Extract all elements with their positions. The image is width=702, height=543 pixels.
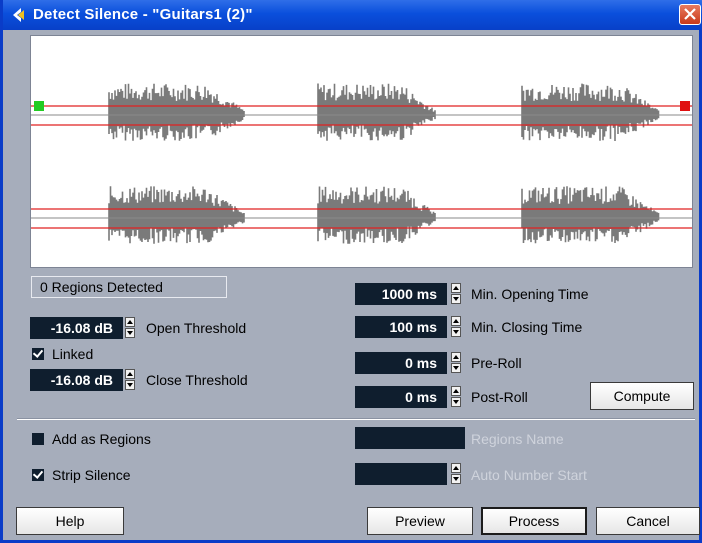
spin-up-icon[interactable] [451,352,461,362]
linked-checkbox[interactable] [32,348,44,360]
spin-down-icon[interactable] [451,397,461,407]
help-button[interactable]: Help [16,507,124,535]
min-opening-time-label: Min. Opening Time [471,286,589,302]
spin-down-icon[interactable] [451,294,461,304]
min-opening-time-value: 1000 ms [381,286,437,302]
auto-number-start-spinner [451,463,461,485]
preview-button[interactable]: Preview [367,507,473,535]
close-threshold-field[interactable]: -16.08 dB [30,369,123,391]
compute-button[interactable]: Compute [590,382,694,410]
regions-detected-text: 0 Regions Detected [40,279,163,295]
strip-silence-label: Strip Silence [52,467,131,483]
spin-up-icon[interactable] [451,386,461,396]
app-icon [13,8,24,22]
min-closing-time-label: Min. Closing Time [471,319,583,335]
open-threshold-spinner[interactable] [125,317,135,339]
cancel-button[interactable]: Cancel [596,507,700,535]
close-threshold-label: Close Threshold [146,372,248,388]
open-threshold-value: -16.08 dB [50,320,113,336]
min-closing-time-value: 100 ms [389,319,437,335]
window-title: Detect Silence - "Guitars1 (2)" [33,6,253,23]
waveform-display[interactable] [30,35,693,268]
process-button-label: Process [508,513,560,529]
auto-number-start-field [355,463,447,485]
waveform-burst [521,186,660,244]
spin-down-icon [451,474,461,484]
spin-down-icon[interactable] [451,363,461,373]
spin-down-icon[interactable] [125,380,135,390]
regions-detected-status: 0 Regions Detected [31,276,227,298]
process-button[interactable]: Process [481,507,587,535]
separator-highlight [17,419,695,420]
pre-roll-spinner[interactable] [451,352,461,374]
waveform-graphic [31,83,692,244]
regions-name-input [355,427,465,449]
help-button-label: Help [55,513,85,529]
add-as-regions-label: Add as Regions [52,431,151,447]
linked-label: Linked [52,346,94,362]
preview-button-label: Preview [395,513,445,529]
close-icon [684,8,696,20]
waveform-burst [108,83,245,141]
spin-up-icon[interactable] [451,316,461,326]
spin-up-icon[interactable] [125,369,135,379]
post-roll-value: 0 ms [405,389,437,405]
detect-silence-dialog: Detect Silence - "Guitars1 (2)" 0 Region… [0,0,702,543]
spin-up-icon[interactable] [451,283,461,293]
waveform-burst [317,186,436,244]
pre-roll-field[interactable]: 0 ms [355,352,447,374]
post-roll-field[interactable]: 0 ms [355,386,447,408]
regions-name-label: Regions Name [471,431,564,447]
pre-roll-label: Pre-Roll [471,355,522,371]
threshold-handle-left-icon [34,101,44,111]
close-threshold-value: -16.08 dB [50,372,113,388]
post-roll-spinner[interactable] [451,386,461,408]
close-button[interactable] [679,4,701,25]
pre-roll-value: 0 ms [405,355,437,371]
spin-up-icon[interactable] [125,317,135,327]
waveform-burst [108,186,245,244]
open-threshold-field[interactable]: -16.08 dB [30,317,123,339]
spin-down-icon[interactable] [451,327,461,337]
compute-button-label: Compute [613,388,671,404]
close-threshold-spinner[interactable] [125,369,135,391]
add-as-regions-checkbox[interactable] [32,433,44,445]
min-opening-time-spinner[interactable] [451,283,461,305]
min-opening-time-field[interactable]: 1000 ms [355,283,447,305]
waveform-burst [317,83,436,141]
auto-number-start-label: Auto Number Start [471,467,587,483]
waveform-burst [521,83,660,141]
min-closing-time-spinner[interactable] [451,316,461,338]
threshold-handle-right-icon [680,101,690,111]
spin-down-icon[interactable] [125,328,135,338]
open-threshold-label: Open Threshold [146,320,247,336]
min-closing-time-field[interactable]: 100 ms [355,316,447,338]
spin-up-icon [451,463,461,473]
strip-silence-checkbox[interactable] [32,469,44,481]
title-bar[interactable]: Detect Silence - "Guitars1 (2)" [3,0,702,30]
cancel-button-label: Cancel [626,513,670,529]
post-roll-label: Post-Roll [471,389,528,405]
